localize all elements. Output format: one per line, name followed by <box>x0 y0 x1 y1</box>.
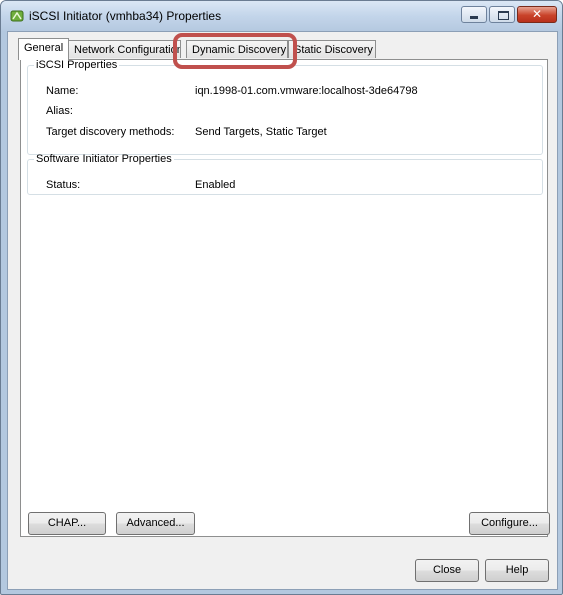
dialog-client-area: General Network Configuration Dynamic Di… <box>7 31 558 590</box>
alias-label: Alias: <box>46 105 73 117</box>
status-value: Enabled <box>195 179 236 191</box>
iscsi-properties-group: iSCSI Properties Name: iqn.1998-01.com.v… <box>27 59 543 155</box>
caption-buttons: ✕ <box>459 6 557 24</box>
iscsi-adapter-icon <box>10 10 24 22</box>
configure-button[interactable]: Configure... <box>469 512 550 535</box>
window-title: iSCSI Initiator (vmhba34) Properties <box>29 9 222 23</box>
discovery-methods-label: Target discovery methods: <box>46 126 175 138</box>
name-label: Name: <box>46 85 79 97</box>
minimize-button[interactable] <box>461 6 487 23</box>
discovery-methods-value: Send Targets, Static Target <box>195 126 327 138</box>
status-label: Status: <box>46 179 81 191</box>
tab-static-discovery[interactable]: Static Discovery <box>288 40 376 58</box>
close-button[interactable]: Close <box>415 559 479 582</box>
tab-general[interactable]: General <box>18 38 69 60</box>
minimize-icon <box>470 16 478 19</box>
advanced-button[interactable]: Advanced... <box>116 512 195 535</box>
software-initiator-title: Software Initiator Properties <box>36 153 172 165</box>
iscsi-properties-title: iSCSI Properties <box>36 59 118 71</box>
maximize-icon <box>498 11 509 20</box>
properties-window: iSCSI Initiator (vmhba34) Properties ✕ G… <box>0 0 563 595</box>
title-bar[interactable]: iSCSI Initiator (vmhba34) Properties ✕ <box>1 1 562 31</box>
general-tab-panel: iSCSI Properties Name: iqn.1998-01.com.v… <box>20 59 550 537</box>
help-button[interactable]: Help <box>485 559 549 582</box>
name-value: iqn.1998-01.com.vmware:localhost-3de6479… <box>195 85 418 97</box>
close-window-button[interactable]: ✕ <box>517 6 557 23</box>
chap-button[interactable]: CHAP... <box>28 512 106 535</box>
maximize-button[interactable] <box>489 6 515 23</box>
software-initiator-group: Software Initiator Properties Status: En… <box>27 153 543 195</box>
tab-dynamic-discovery[interactable]: Dynamic Discovery <box>186 40 288 58</box>
close-icon: ✕ <box>531 7 543 21</box>
tab-network-configuration[interactable]: Network Configuration <box>68 40 181 58</box>
